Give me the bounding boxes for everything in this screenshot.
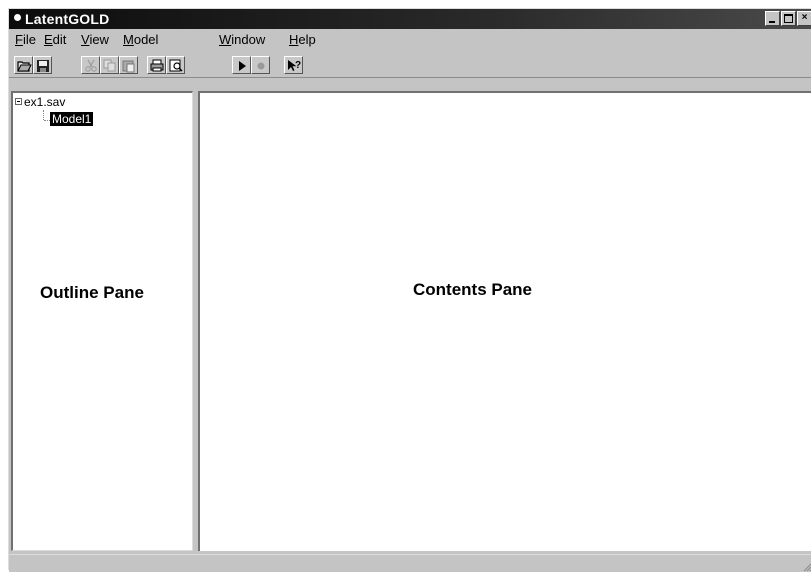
- close-button[interactable]: ×: [797, 11, 811, 26]
- menu-view-label: iew: [89, 32, 109, 47]
- cut-icon: [85, 59, 97, 72]
- app-window: LatentGOLD × File Edit View Model Window…: [8, 8, 811, 572]
- svg-text:?: ?: [295, 60, 301, 71]
- tree-connector: [43, 110, 45, 120]
- print-icon: [150, 59, 164, 72]
- window-controls: ×: [764, 11, 811, 26]
- run-icon: [239, 61, 246, 71]
- edit-tools: [81, 56, 138, 76]
- menu-help-accel: H: [289, 32, 299, 47]
- save-button[interactable]: [33, 56, 52, 74]
- open-icon: [17, 61, 32, 72]
- menu-view[interactable]: View: [81, 33, 109, 47]
- menu-bar: File Edit View Model Window Help: [9, 30, 811, 50]
- file-tools: [14, 56, 52, 76]
- help-tools: ?: [284, 56, 303, 76]
- outline-pane[interactable]: ex1.sav Model1 Outline Pane: [11, 91, 193, 551]
- tree-node-root[interactable]: ex1.sav: [15, 95, 65, 109]
- collapse-icon[interactable]: [15, 98, 22, 105]
- contents-pane-label: Contents Pane: [413, 280, 533, 299]
- menu-edit-label: dit: [52, 32, 67, 47]
- menu-model-accel: M: [123, 32, 134, 47]
- run-tools: [232, 56, 270, 76]
- print-preview-button[interactable]: [166, 56, 185, 74]
- window-title: LatentGOLD: [25, 11, 110, 27]
- menu-window-accel: W: [219, 32, 232, 47]
- tree-node-model1[interactable]: Model1: [50, 112, 94, 126]
- resize-grip-icon[interactable]: [802, 562, 811, 572]
- outline-pane-label: Outline Pane: [40, 283, 144, 302]
- copy-button[interactable]: [100, 56, 119, 74]
- minimize-button[interactable]: [765, 11, 780, 26]
- close-icon: ×: [801, 12, 808, 23]
- title-bar[interactable]: LatentGOLD ×: [9, 9, 811, 29]
- menu-model-label: odel: [133, 32, 159, 47]
- print-tools: [147, 56, 185, 76]
- menu-help-label: elp: [298, 32, 316, 47]
- contents-pane[interactable]: Contents Pane: [198, 91, 811, 551]
- minimize-icon: [769, 21, 775, 23]
- menu-edit-accel: E: [44, 32, 53, 47]
- maximize-icon: [784, 14, 793, 23]
- maximize-button[interactable]: [781, 11, 796, 26]
- context-help-button[interactable]: ?: [284, 56, 303, 74]
- paste-button[interactable]: [119, 56, 138, 74]
- toolbar-divider: [9, 77, 811, 78]
- save-icon: [37, 60, 49, 72]
- menu-window[interactable]: Window: [219, 33, 265, 47]
- menu-file-label: ile: [22, 32, 36, 47]
- print-button[interactable]: [147, 56, 166, 74]
- paste-icon: [122, 60, 135, 73]
- status-bar: [9, 554, 811, 572]
- cut-button[interactable]: [81, 56, 100, 74]
- menu-model[interactable]: Model: [123, 33, 158, 47]
- menu-edit[interactable]: Edit: [44, 33, 66, 47]
- tree-root-label: ex1.sav: [24, 95, 66, 109]
- context-help-icon: ?: [288, 60, 301, 71]
- app-icon[interactable]: [14, 14, 21, 21]
- copy-icon: [103, 59, 116, 72]
- open-button[interactable]: [14, 56, 33, 74]
- stop-icon: [257, 62, 265, 70]
- menu-window-label: indow: [231, 32, 266, 47]
- menu-help[interactable]: Help: [289, 33, 316, 47]
- toolbar: ?: [9, 54, 811, 76]
- stop-button[interactable]: [251, 56, 270, 74]
- print-preview-icon: [169, 59, 183, 72]
- run-button[interactable]: [232, 56, 251, 74]
- menu-file-accel: F: [15, 32, 23, 47]
- menu-file[interactable]: File: [15, 33, 36, 47]
